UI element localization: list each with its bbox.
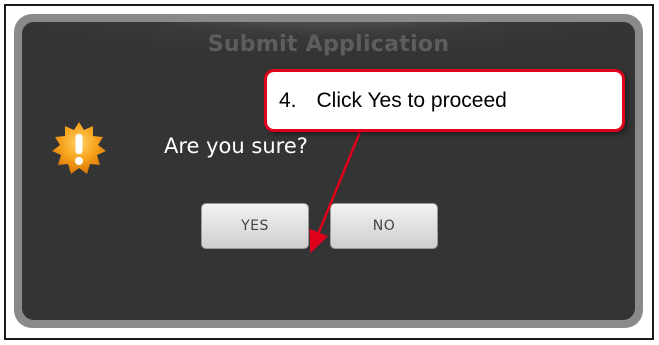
instruction-callout: 4. Click Yes to proceed [264, 69, 625, 132]
yes-button[interactable]: YES [201, 203, 309, 249]
dialog-body: Submit Application Are you sure? [22, 22, 635, 320]
dialog-title: Submit Application [207, 32, 450, 57]
callout-text: Click Yes to proceed [316, 88, 507, 112]
no-button[interactable]: NO [330, 203, 438, 249]
warning-icon [52, 122, 106, 174]
callout-step-number: 4. [279, 88, 297, 112]
dialog-message: Are you sure? [164, 134, 308, 158]
confirm-dialog: Submit Application Are you sure? [14, 14, 643, 328]
